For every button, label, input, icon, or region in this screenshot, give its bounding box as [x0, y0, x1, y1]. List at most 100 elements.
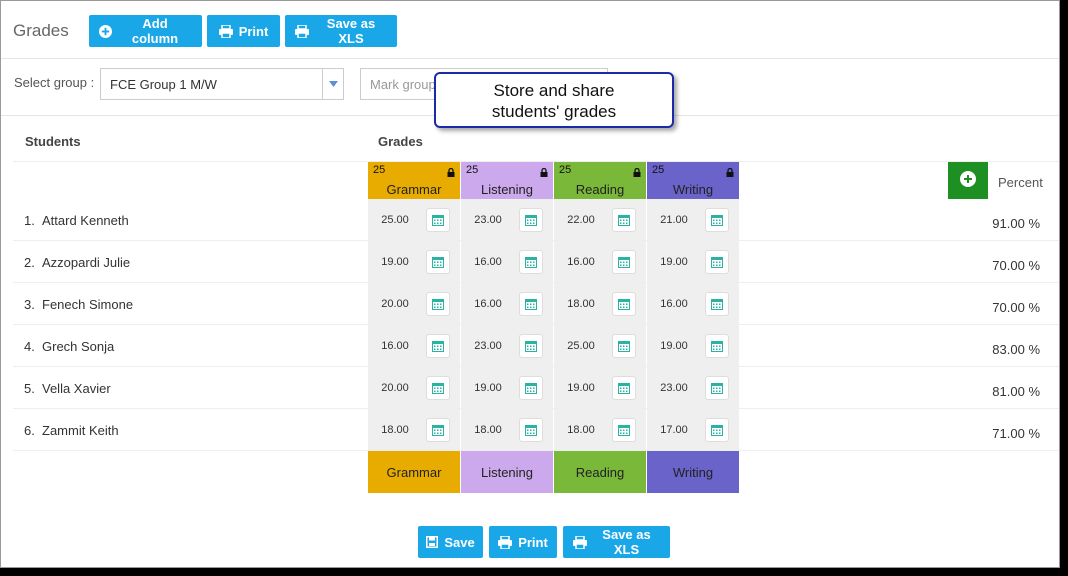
grades-column-header: Grades — [378, 134, 423, 149]
add-grade-column-button[interactable] — [948, 162, 988, 199]
calendar-icon[interactable] — [426, 418, 450, 442]
grade-value[interactable]: 23.00 — [468, 214, 508, 226]
calendar-icon[interactable] — [519, 250, 543, 274]
grade-column-header-grammar[interactable]: 25 Grammar — [368, 162, 460, 199]
calendar-icon[interactable] — [519, 334, 543, 358]
row-divider — [13, 240, 1059, 241]
grade-value[interactable]: 16.00 — [561, 256, 601, 268]
printer-icon — [295, 24, 309, 38]
grade-value[interactable]: 19.00 — [654, 256, 694, 268]
column-max-score: 25 — [652, 164, 665, 176]
row-number: 4. — [24, 339, 35, 354]
grade-value[interactable]: 16.00 — [375, 340, 415, 352]
feature-callout: Store and share students' grades — [434, 72, 674, 128]
grade-value[interactable]: 20.00 — [375, 298, 415, 310]
row-number: 3. — [24, 297, 35, 312]
bottom-save-as-xls-label: Save as XLS — [602, 527, 651, 557]
bottom-save-as-xls-button[interactable]: Save as XLS — [563, 526, 670, 558]
grade-column-header-reading[interactable]: 25 Reading — [554, 162, 646, 199]
calendar-icon[interactable] — [519, 292, 543, 316]
grade-value[interactable]: 17.00 — [654, 424, 694, 436]
calendar-icon[interactable] — [705, 418, 729, 442]
student-name: Vella Xavier — [42, 381, 111, 396]
lock-icon — [726, 165, 734, 180]
column-name: Writing — [672, 182, 714, 197]
save-as-xls-button[interactable]: Save as XLS — [285, 15, 397, 47]
calendar-icon[interactable] — [705, 208, 729, 232]
grade-value[interactable]: 20.00 — [375, 382, 415, 394]
calendar-icon[interactable] — [612, 292, 636, 316]
grade-value[interactable]: 18.00 — [468, 424, 508, 436]
student-name: Zammit Keith — [42, 423, 119, 438]
lock-icon — [447, 165, 455, 180]
floppy-disk-icon — [426, 536, 439, 548]
grade-value[interactable]: 18.00 — [561, 298, 601, 310]
grade-column-background — [461, 199, 553, 451]
row-number: 5. — [24, 381, 35, 396]
grade-value[interactable]: 22.00 — [561, 214, 601, 226]
printer-icon — [498, 535, 513, 549]
calendar-icon[interactable] — [705, 334, 729, 358]
grade-column-footer-writing: Writing — [647, 451, 739, 493]
group-select-value: FCE Group 1 M/W — [110, 76, 217, 92]
student-name: Fenech Simone — [42, 297, 134, 312]
grade-column-background — [647, 199, 739, 451]
grade-value[interactable]: 18.00 — [375, 424, 415, 436]
calendar-icon[interactable] — [426, 250, 450, 274]
print-button[interactable]: Print — [207, 15, 280, 47]
grade-column-footer-grammar: Grammar — [368, 451, 460, 493]
grade-value[interactable]: 25.00 — [561, 340, 601, 352]
grade-value[interactable]: 16.00 — [654, 298, 694, 310]
calendar-icon[interactable] — [612, 418, 636, 442]
grade-value[interactable]: 16.00 — [468, 298, 508, 310]
calendar-icon[interactable] — [705, 376, 729, 400]
print-label: Print — [238, 23, 269, 39]
calendar-icon[interactable] — [612, 250, 636, 274]
calendar-icon[interactable] — [426, 292, 450, 316]
chevron-down-icon — [322, 69, 343, 99]
row-divider — [13, 450, 1059, 451]
grade-value[interactable]: 19.00 — [561, 382, 601, 394]
callout-line-1: Store and share — [493, 81, 615, 100]
calendar-icon[interactable] — [519, 208, 543, 232]
grade-value[interactable]: 16.00 — [468, 256, 508, 268]
calendar-icon[interactable] — [705, 250, 729, 274]
calendar-icon[interactable] — [519, 376, 543, 400]
grade-value[interactable]: 19.00 — [654, 340, 694, 352]
calendar-icon[interactable] — [612, 334, 636, 358]
calendar-icon[interactable] — [426, 334, 450, 358]
students-column-header: Students — [25, 134, 81, 149]
grade-value[interactable]: 25.00 — [375, 214, 415, 226]
grade-column-header-listening[interactable]: 25 Listening — [461, 162, 553, 199]
grade-value[interactable]: 23.00 — [654, 382, 694, 394]
bottom-print-label: Print — [518, 534, 548, 550]
lock-icon — [540, 165, 548, 180]
percent-column-header: Percent — [998, 175, 1043, 190]
save-label: Save — [444, 534, 475, 550]
grades-window: Grades Add column Print Save as XLS Sele… — [0, 0, 1060, 568]
student-percent: 71.00 % — [992, 426, 1040, 441]
student-name: Attard Kenneth — [42, 213, 129, 228]
grade-value[interactable]: 21.00 — [654, 214, 694, 226]
grade-column-footer-reading: Reading — [554, 451, 646, 493]
grade-value[interactable]: 23.00 — [468, 340, 508, 352]
grade-value[interactable]: 19.00 — [375, 256, 415, 268]
grade-column-header-writing[interactable]: 25 Writing — [647, 162, 739, 199]
grade-column-footer-listening: Listening — [461, 451, 553, 493]
calendar-icon[interactable] — [519, 418, 543, 442]
student-percent: 83.00 % — [992, 342, 1040, 357]
calendar-icon[interactable] — [426, 376, 450, 400]
group-select[interactable]: FCE Group 1 M/W — [100, 68, 344, 100]
calendar-icon[interactable] — [705, 292, 729, 316]
grade-value[interactable]: 19.00 — [468, 382, 508, 394]
save-button[interactable]: Save — [418, 526, 483, 558]
printer-icon — [218, 24, 233, 38]
calendar-icon[interactable] — [612, 208, 636, 232]
bottom-print-button[interactable]: Print — [489, 526, 557, 558]
grade-value[interactable]: 18.00 — [561, 424, 601, 436]
add-column-button[interactable]: Add column — [89, 15, 202, 47]
calendar-icon[interactable] — [426, 208, 450, 232]
column-name: Grammar — [386, 182, 442, 197]
printer-icon — [573, 535, 587, 549]
calendar-icon[interactable] — [612, 376, 636, 400]
